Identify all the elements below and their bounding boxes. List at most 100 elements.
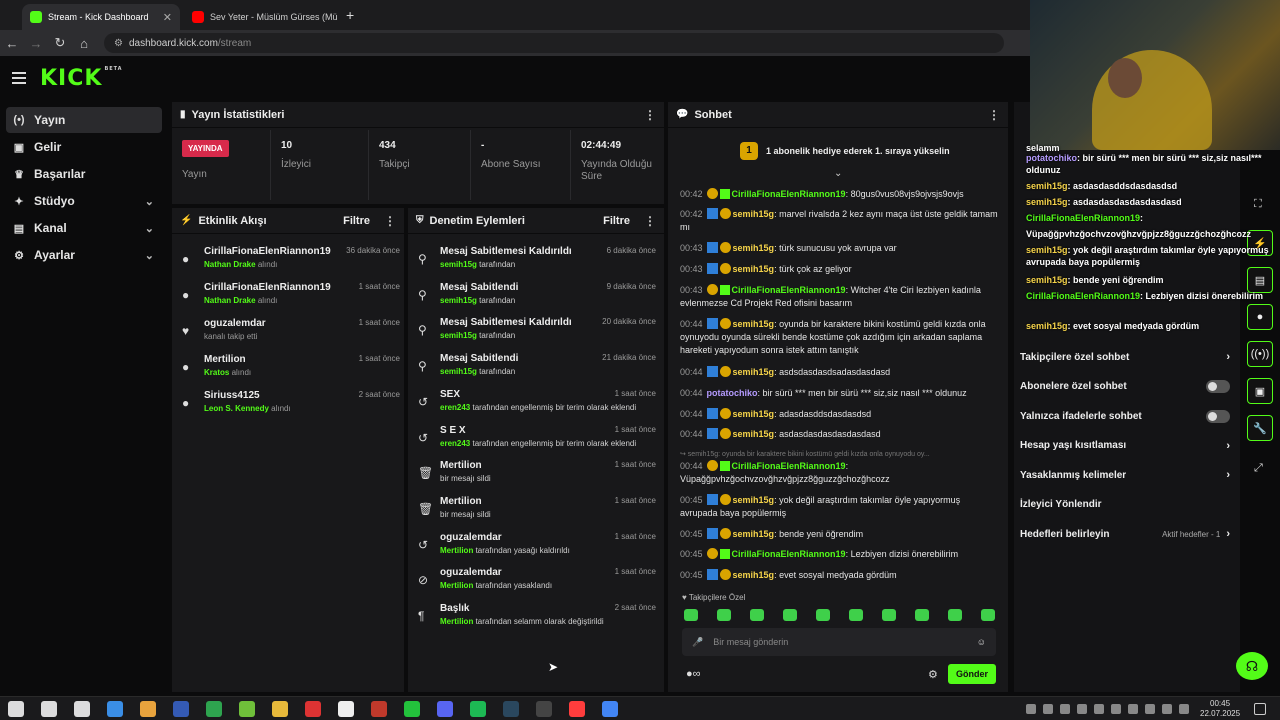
chat-username[interactable]: semih15g (733, 429, 775, 439)
taskbar-app-icon[interactable] (272, 701, 288, 717)
chat-input[interactable]: 🎤 Bir mesaj gönderin ☺ (682, 628, 996, 656)
moderation-item[interactable]: ⚲ Mesaj Sabitlemesi Kaldırıldı 6 dakika ön… (416, 246, 656, 280)
tray-icon[interactable] (1077, 704, 1087, 714)
chat-username[interactable]: semih15g (733, 209, 775, 219)
emote-icon[interactable] (750, 609, 764, 621)
emoji-icon[interactable]: ☺ (977, 637, 986, 647)
moderation-actor[interactable]: eren243 (440, 403, 470, 412)
chat-username[interactable]: semih15g (733, 264, 775, 274)
chat-setting-item[interactable]: Hesap yaşı kısıtlaması › (1020, 436, 1230, 456)
taskbar-app-icon[interactable] (8, 701, 24, 717)
activity-item[interactable]: ♥ oguzalemdar 1 saat önce kanalı takip etti (180, 318, 400, 352)
event-user[interactable]: CirillaFionaElenRiannon19 (204, 282, 331, 293)
browser-tab[interactable]: Sev Yeter - Müslüm Gürses (Mü✕ (184, 4, 342, 30)
chat-message[interactable]: 00:43 semih15g: türk çok az geliyor (680, 263, 1000, 276)
moderation-item[interactable]: ¶ Başlık 2 saat önce Mertilion tarafından s… (416, 603, 656, 637)
chat-message[interactable]: 00:44 semih15g: oyunda bir karaktere biki… (680, 318, 1000, 357)
moderation-item[interactable]: 🗑 Mertilion 1 saat önce bir mesajı sildi (416, 496, 656, 530)
tray-icon[interactable] (1043, 704, 1053, 714)
mic-icon[interactable]: 🎤 (692, 637, 703, 648)
more-icon[interactable]: ⋮ (988, 108, 1000, 122)
chat-message[interactable]: 00:43 semih15g: türk sunucusu yok avrupa … (680, 242, 1000, 255)
activity-item[interactable]: ● Siriuss4125 2 saat önce Leon S. Kennedy a… (180, 390, 400, 424)
moderation-actor[interactable]: semih15g (440, 296, 477, 305)
chevron-down-icon[interactable]: ⌄ (145, 249, 154, 262)
chat-message[interactable]: 00:44 semih15g: adasdasddsdasdasdsd (680, 408, 1000, 421)
emote-icon[interactable] (849, 609, 863, 621)
taskbar-app-icon[interactable] (140, 701, 156, 717)
moderation-item[interactable]: ⊘ oguzalemdar 1 saat önce Mertilion tarafın… (416, 567, 656, 601)
tray-icon[interactable] (1111, 704, 1121, 714)
points-icon[interactable]: ●∞ (686, 668, 701, 680)
new-tab-button[interactable]: + (346, 7, 354, 23)
chat-message[interactable]: 00:42 CirillaFionaElenRiannon19: 80gus0vu… (680, 188, 1000, 201)
chat-username[interactable]: CirillaFionaElenRiannon19 (732, 549, 846, 559)
menu-icon[interactable] (12, 72, 26, 84)
chat-message[interactable]: 00:44 semih15g: asdsdasdasdsadasdasdasd (680, 366, 1000, 379)
kick-logo[interactable]: KICK BETA (40, 66, 123, 91)
emote-icon[interactable] (915, 609, 929, 621)
chat-message[interactable]: 00:45 CirillaFionaElenRiannon19: Lezbiyen… (680, 548, 1000, 561)
taskbar-app-icon[interactable] (206, 701, 222, 717)
chat-message[interactable]: 00:42 semih15g: marvel rivalsda 2 kez ayn… (680, 208, 1000, 234)
tray-icon[interactable] (1179, 704, 1189, 714)
emote-icon[interactable] (684, 609, 698, 621)
emote-icon[interactable] (981, 609, 995, 621)
moderation-item[interactable]: ⚲ Mesaj Sabitlendi 9 dakika önce semih15g t… (416, 282, 656, 316)
chat-setting-item[interactable]: Hedefleri belirleyin Aktif hedefler - 1 › (1020, 524, 1230, 544)
tray-icon[interactable] (1026, 704, 1036, 714)
tray-icon[interactable] (1162, 704, 1172, 714)
toggle-switch[interactable] (1206, 409, 1230, 423)
moderation-actor[interactable]: semih15g (440, 260, 477, 269)
chat-setting-item[interactable]: İzleyici Yönlendir (1020, 495, 1230, 515)
activity-item[interactable]: ● CirillaFionaElenRiannon19 36 dakika önce… (180, 246, 400, 280)
chat-message[interactable]: 00:43 CirillaFionaElenRiannon19: Witcher … (680, 284, 1000, 310)
moderation-actor[interactable]: semih15g (440, 331, 477, 340)
taskbar-app-icon[interactable] (569, 701, 585, 717)
moderation-actor[interactable]: Mertilion (440, 546, 473, 555)
moderation-item[interactable]: 🗑 Mertilion 1 saat önce bir mesajı sildi (416, 460, 656, 494)
tray-icon[interactable] (1094, 704, 1104, 714)
chat-message[interactable]: 00:44 CirillaFionaElenRiannon19: Vüpağğpv… (680, 460, 1000, 486)
moderation-item[interactable]: ↺ SEX 1 saat önce eren243 tarafından engell… (416, 389, 656, 423)
more-icon[interactable]: ⋮ (384, 214, 396, 228)
taskbar-app-icon[interactable] (404, 701, 420, 717)
event-user[interactable]: Mertilion (204, 354, 246, 365)
sidebar-item-settings[interactable]: ⚙ Ayarlar ⌄ (6, 242, 162, 268)
chat-username[interactable]: semih15g (733, 529, 775, 539)
emote-icon[interactable] (816, 609, 830, 621)
browser-tab[interactable]: Stream - Kick Dashboard ✕ (22, 4, 180, 30)
moderation-actor[interactable]: semih15g (440, 367, 477, 376)
chat-username[interactable]: potatochiko (707, 388, 758, 398)
notification-icon[interactable] (1254, 703, 1266, 715)
taskbar-app-icon[interactable] (602, 701, 618, 717)
chat-username[interactable]: CirillaFionaElenRiannon19 (732, 285, 846, 295)
chat-message[interactable]: 00:44 potatochiko: bir sürü *** men bir s… (680, 387, 1000, 400)
chat-username[interactable]: CirillaFionaElenRiannon19 (732, 461, 846, 471)
site-info-icon[interactable]: ⚙ (114, 38, 123, 49)
home-icon[interactable]: ⌂ (72, 36, 96, 51)
moderation-item[interactable]: ↺ S E X 1 saat önce eren243 tarafından enge… (416, 425, 656, 459)
taskbar-app-icon[interactable] (437, 701, 453, 717)
chevron-down-icon[interactable]: ⌄ (145, 195, 154, 208)
taskbar-app-icon[interactable] (173, 701, 189, 717)
moderation-actor[interactable]: Mertilion (440, 581, 473, 590)
emote-icon[interactable] (882, 609, 896, 621)
more-icon[interactable]: ⋮ (644, 108, 656, 122)
event-user[interactable]: CirillaFionaElenRiannon19 (204, 246, 331, 257)
chat-message[interactable]: 00:45 semih15g: bende yeni öğrendim (680, 528, 1000, 541)
chat-setting-item[interactable]: Yasaklanmış kelimeler › (1020, 465, 1230, 485)
emote-icon[interactable] (948, 609, 962, 621)
sidebar-item-trophy[interactable]: ♛ Başarılar (6, 161, 162, 187)
sidebar-item-channel[interactable]: ▤ Kanal ⌄ (6, 215, 162, 241)
chat-setting-item[interactable]: Takipçilere özel sohbet › (1020, 347, 1230, 367)
event-user[interactable]: Siriuss4125 (204, 390, 260, 401)
chat-username[interactable]: semih15g (733, 367, 775, 377)
sidebar-item-broadcast[interactable]: (•) Yayın (6, 107, 162, 133)
panel-icon[interactable]: ▣ (1247, 378, 1273, 404)
toggle-switch[interactable] (1206, 380, 1230, 393)
filter-button[interactable]: Filtre (343, 215, 370, 227)
emote-icon[interactable] (783, 609, 797, 621)
chat-settings-icon[interactable]: ⚙ (928, 668, 938, 681)
taskbar-app-icon[interactable] (41, 701, 57, 717)
